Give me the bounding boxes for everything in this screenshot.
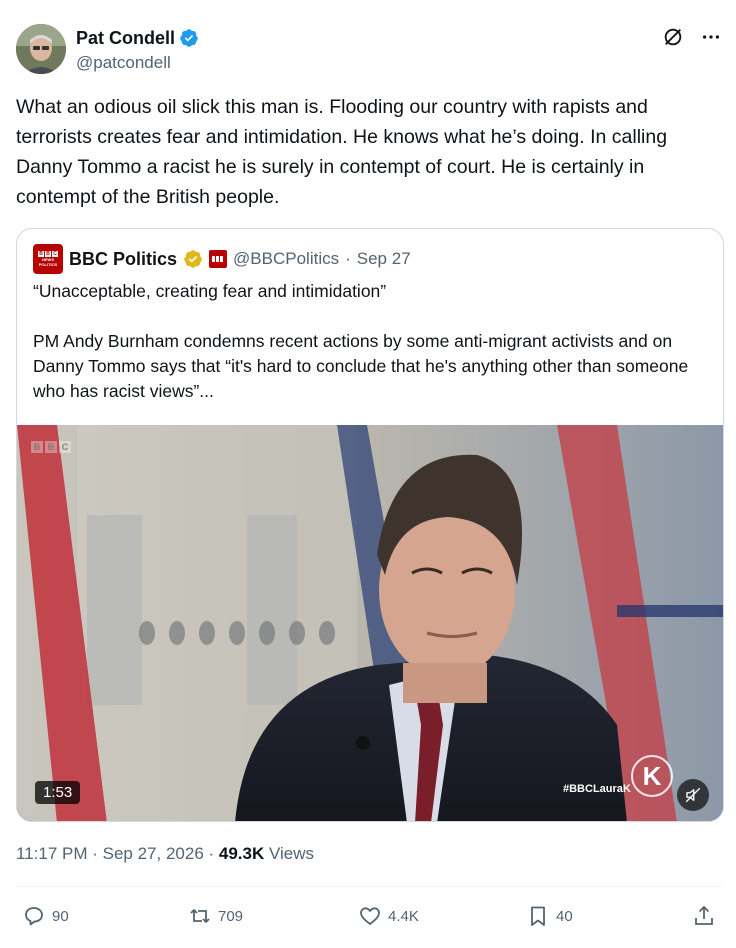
quoted-tweet-header: BBC NEWS POLITICS BBC Politics @BBCPolit… bbox=[33, 243, 411, 275]
video-hashtag: #BBCLauraK bbox=[563, 783, 631, 795]
mute-button[interactable] bbox=[677, 779, 709, 811]
quoted-text: “Unacceptable, creating fear and intimid… bbox=[33, 281, 689, 401]
author-handle[interactable]: @patcondell bbox=[76, 52, 171, 74]
repost-count: 709 bbox=[218, 907, 244, 925]
tweet-time[interactable]: 11:17 PM bbox=[16, 844, 88, 863]
heart-icon bbox=[360, 907, 380, 925]
reply-button[interactable]: 90 bbox=[22, 904, 69, 928]
affiliate-bbc-icon bbox=[209, 250, 228, 268]
reply-count: 90 bbox=[52, 907, 69, 925]
bookmark-button[interactable]: 40 bbox=[526, 904, 573, 928]
watermark-block: B bbox=[31, 441, 43, 453]
video-frame bbox=[17, 425, 723, 821]
meta-separator: · bbox=[87, 844, 103, 863]
views-count: 49.3K bbox=[218, 844, 265, 863]
more-icon[interactable] bbox=[700, 26, 722, 48]
watermark-block: B bbox=[45, 441, 57, 453]
video-duration: 1:53 bbox=[35, 781, 81, 804]
views-label: Views bbox=[264, 844, 315, 863]
tweet-text: What an odious oil slick this man is. Fl… bbox=[16, 96, 668, 208]
tweet-meta: 11:17 PM · Sep 27, 2026 · 49.3K Views bbox=[16, 842, 314, 866]
top-actions bbox=[662, 26, 722, 48]
meta-separator: · bbox=[203, 844, 219, 863]
like-count: 4.4K bbox=[388, 907, 419, 925]
repost-icon bbox=[190, 908, 210, 924]
divider bbox=[16, 886, 722, 887]
like-button[interactable]: 4.4K bbox=[358, 904, 419, 928]
grok-icon[interactable] bbox=[662, 26, 684, 48]
watermark-block: C bbox=[59, 441, 71, 453]
verified-badge-icon bbox=[180, 29, 198, 47]
action-bar: 90 709 4.4K 40 bbox=[22, 904, 722, 932]
repost-button[interactable]: 709 bbox=[188, 904, 243, 928]
quoted-video[interactable]: B B C 1:53 #BBCLauraK K bbox=[17, 425, 723, 821]
gold-verified-badge-icon bbox=[184, 250, 202, 268]
show-logo: K bbox=[631, 755, 673, 797]
tweet-header: Pat Condell @patcondell bbox=[16, 24, 722, 76]
bookmark-icon bbox=[531, 906, 545, 926]
bbc-news-logo: BBC NEWS POLITICS bbox=[33, 244, 63, 274]
share-button[interactable] bbox=[692, 904, 716, 928]
tweet-date[interactable]: Sep 27, 2026 bbox=[103, 844, 204, 863]
reply-icon bbox=[25, 907, 43, 926]
video-bbc-watermark: B B C bbox=[31, 441, 71, 453]
quoted-tweet[interactable]: BBC NEWS POLITICS BBC Politics @BBCPolit… bbox=[16, 228, 724, 822]
muted-speaker-icon bbox=[685, 787, 701, 803]
name-row: Pat Condell bbox=[76, 26, 199, 50]
avatar-image bbox=[16, 24, 66, 74]
quoted-handle[interactable]: @BBCPolitics bbox=[233, 249, 339, 269]
share-icon bbox=[695, 905, 713, 925]
bookmark-count: 40 bbox=[556, 907, 573, 925]
display-name[interactable]: Pat Condell bbox=[76, 26, 175, 50]
quoted-separator: · bbox=[345, 249, 351, 268]
quoted-display-name[interactable]: BBC Politics bbox=[69, 249, 177, 270]
quoted-date[interactable]: Sep 27 bbox=[357, 249, 411, 269]
avatar[interactable] bbox=[16, 24, 66, 74]
